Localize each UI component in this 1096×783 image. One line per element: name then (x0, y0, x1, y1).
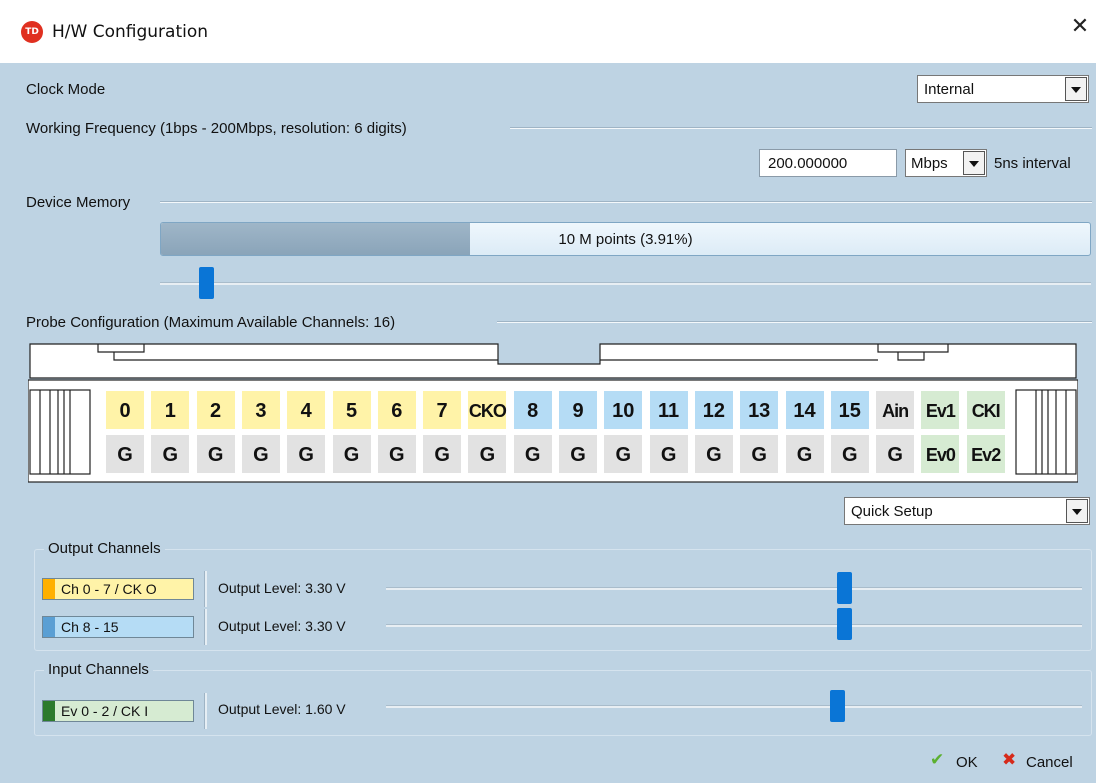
probe-pin-signal: 2 (196, 391, 235, 429)
probe-pin-ground: G (151, 435, 190, 473)
quick-setup-select[interactable]: Quick Setup (844, 497, 1090, 525)
probe-pin-ground: G (513, 435, 552, 473)
channel-0-7-indicator: Ch 0 - 7 / CK O (42, 578, 194, 600)
input-level-text: Output Level: 1.60 V (218, 701, 346, 717)
probe-pin-signal: 0 (106, 391, 144, 429)
probe-pin-ground: Ev2 (966, 435, 1005, 473)
checkmark-icon: ✔ (930, 750, 945, 769)
output-level-slider-thumb[interactable] (837, 572, 853, 604)
probe-pin-ground: G (694, 435, 733, 473)
divider (510, 127, 1092, 129)
probe-pin-signal: 10 (604, 391, 643, 429)
frequency-input[interactable]: 200.000000 (759, 149, 897, 177)
memory-usage-bar: 10 M points (3.91%) (160, 222, 1091, 256)
probe-pin-signal: 13 (740, 391, 779, 429)
divider (204, 609, 207, 645)
clock-mode-label: Clock Mode (26, 81, 106, 98)
frequency-unit-select[interactable]: Mbps (905, 149, 987, 177)
event-channel-indicator: Ev 0 - 2 / CK I (42, 700, 194, 722)
chevron-down-icon[interactable] (1065, 77, 1087, 101)
probe-pin-signal: 15 (830, 391, 869, 429)
probe-pin-signal: 6 (377, 391, 416, 429)
probe-pin-ground: G (559, 435, 597, 473)
output-level-slider-track (386, 587, 1082, 590)
probe-pin-ground: G (468, 435, 507, 473)
channel-color-swatch (43, 617, 55, 637)
title-bar: TD H/W Configuration ✕ (0, 0, 1096, 63)
cancel-button[interactable]: ✖ Cancel (996, 747, 1090, 777)
cancel-x-icon: ✖ (1002, 750, 1017, 769)
memory-slider-track (160, 282, 1091, 285)
channel-color-swatch (43, 701, 55, 721)
output-level-text: Output Level: 3.30 V (218, 618, 346, 634)
working-frequency-label: Working Frequency (1bps - 200Mbps, resol… (26, 120, 407, 137)
probe-pin-signal: 3 (241, 391, 280, 429)
channel-label: Ch 0 - 7 / CK O (61, 581, 157, 597)
output-level-slider-track (386, 624, 1082, 627)
input-channels-title: Input Channels (44, 661, 153, 678)
probe-pin-signal: 9 (559, 391, 597, 429)
probe-pin-ground: G (287, 435, 326, 473)
probe-pin-signal: CKO (468, 391, 507, 429)
probe-pin-ground: G (196, 435, 235, 473)
probe-pin-ground: G (830, 435, 869, 473)
probe-pin-signal: 5 (332, 391, 371, 429)
probe-pin-ground: G (106, 435, 144, 473)
probe-pin-signal: 12 (694, 391, 733, 429)
probe-pin-signal: 8 (513, 391, 552, 429)
output-channels-title: Output Channels (44, 540, 165, 557)
channel-label: Ev 0 - 2 / CK I (61, 703, 149, 719)
probe-pin-ground: G (876, 435, 915, 473)
dialog-body: Clock Mode Internal Working Frequency (1… (0, 63, 1096, 783)
probe-pin-ground: G (649, 435, 688, 473)
app-logo-icon: TD (21, 21, 43, 43)
probe-pin-ground: G (332, 435, 371, 473)
probe-pin-signal: CKI (966, 391, 1005, 429)
divider (497, 321, 1092, 323)
input-level-slider-thumb[interactable] (830, 690, 846, 722)
probe-pin-signal: 4 (287, 391, 326, 429)
probe-pin-ground: G (740, 435, 779, 473)
input-level-slider-track (386, 705, 1082, 708)
memory-usage-text: 10 M points (3.91%) (558, 231, 693, 248)
device-memory-label: Device Memory (26, 194, 131, 211)
probe-pin-ground: Ev0 (921, 435, 960, 473)
close-icon[interactable]: ✕ (1064, 14, 1096, 50)
ok-button[interactable]: ✔ OK (926, 747, 988, 777)
interval-text: 5ns interval (994, 155, 1071, 172)
chevron-down-icon[interactable] (1066, 499, 1088, 523)
probe-pin-ground: G (423, 435, 462, 473)
probe-connector-diagram: 0 1 2 3 4 5 6 7 CKO 8 9 10 11 12 13 14 15 Ain Ev1 CKI G G G G G G… (28, 342, 1078, 488)
divider (160, 201, 1092, 203)
probe-pin-signal: 14 (785, 391, 824, 429)
channel-8-15-indicator: Ch 8 - 15 (42, 616, 194, 638)
memory-slider-thumb[interactable] (198, 267, 214, 299)
clock-mode-value: Internal (924, 81, 975, 98)
channel-label: Ch 8 - 15 (61, 619, 119, 635)
probe-pin-signal: Ev1 (921, 391, 960, 429)
probe-pin-signal: 1 (151, 391, 190, 429)
quick-setup-value: Quick Setup (851, 503, 933, 520)
probe-pin-ground: G (785, 435, 824, 473)
ok-label: OK (956, 754, 978, 771)
probe-pin-ground: G (604, 435, 643, 473)
probe-pin-signal: Ain (876, 391, 915, 429)
window-title: H/W Configuration (52, 22, 209, 42)
probe-pin-signal: 7 (423, 391, 462, 429)
probe-configuration-label: Probe Configuration (Maximum Available C… (26, 314, 396, 331)
probe-pin-ground: G (241, 435, 280, 473)
cancel-label: Cancel (1026, 754, 1073, 771)
clock-mode-select[interactable]: Internal (917, 75, 1089, 103)
probe-pin-signal: 11 (649, 391, 688, 429)
frequency-unit-value: Mbps (911, 155, 948, 172)
channel-color-swatch (43, 579, 55, 599)
divider (204, 693, 207, 729)
probe-pin-ground: G (377, 435, 416, 473)
chevron-down-icon[interactable] (963, 151, 985, 175)
output-level-text: Output Level: 3.30 V (218, 580, 346, 596)
output-level-slider-thumb[interactable] (837, 608, 853, 640)
divider (204, 571, 207, 607)
